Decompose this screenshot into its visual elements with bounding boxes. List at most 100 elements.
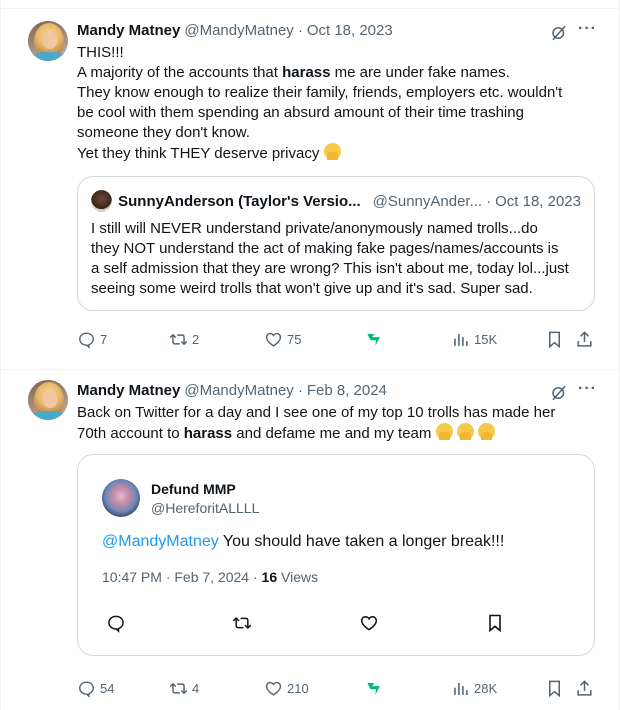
reply-count: 7 bbox=[100, 332, 108, 347]
quote-date: Oct 18, 2023 bbox=[495, 192, 581, 210]
bookmark-button[interactable] bbox=[545, 330, 564, 349]
views-count: 15K bbox=[474, 332, 498, 347]
grok-icon bbox=[367, 682, 381, 695]
embed-avatar[interactable] bbox=[102, 479, 140, 517]
quote-avatar[interactable] bbox=[91, 190, 113, 212]
reply-button[interactable]: 7 bbox=[77, 330, 107, 349]
more-icon[interactable]: ··· bbox=[578, 20, 597, 38]
heart-icon bbox=[265, 332, 282, 347]
like-button[interactable]: 75 bbox=[264, 330, 301, 349]
views-button[interactable]: 28K bbox=[451, 679, 497, 698]
text-line: They know enough to realize their family… bbox=[77, 84, 563, 101]
bookmark-button[interactable] bbox=[545, 679, 564, 698]
separator-dot: · bbox=[297, 22, 303, 39]
embed-reply-button[interactable] bbox=[106, 613, 126, 637]
retweet-button[interactable]: 4 bbox=[169, 679, 199, 698]
timeline: Mandy Matney @MandyMatney · Oct 18, 2023… bbox=[0, 0, 620, 710]
author-name[interactable]: Mandy Matney bbox=[77, 382, 180, 399]
reply-icon bbox=[79, 332, 94, 349]
tweet-header: Mandy Matney @MandyMatney · Feb 8, 2024 bbox=[77, 382, 387, 399]
quote-line: they NOT understand the act of making fa… bbox=[91, 240, 559, 257]
heart-icon bbox=[265, 681, 282, 696]
reply-count: 54 bbox=[100, 681, 115, 696]
text-line: Yet they think THEY deserve privacy bbox=[77, 143, 597, 164]
person-shrugging-emoji bbox=[456, 423, 474, 440]
embed-views-count: 16 bbox=[261, 569, 278, 585]
views-button[interactable]: 15K bbox=[451, 330, 497, 349]
like-button[interactable]: 210 bbox=[264, 679, 309, 698]
quote-line: I still will NEVER understand private/an… bbox=[91, 220, 538, 237]
analytics-icon bbox=[454, 333, 468, 346]
embed-action-bar bbox=[102, 613, 572, 635]
tweet-text: THIS!!! A majority of the accounts that … bbox=[77, 43, 597, 164]
separator-dot: · bbox=[297, 382, 303, 399]
text-line: Back on Twitter for a day and I see one … bbox=[77, 404, 556, 421]
retweet-icon bbox=[169, 334, 188, 345]
text-line: be cool with them spending an absurd amo… bbox=[77, 104, 524, 121]
share-button[interactable] bbox=[575, 679, 594, 698]
bookmark-icon bbox=[489, 614, 501, 633]
views-count: 28K bbox=[474, 681, 498, 696]
avatar[interactable] bbox=[28, 380, 68, 420]
retweet-count: 2 bbox=[192, 332, 200, 347]
quote-header: SunnyAnderson (Taylor's Versio... @Sunny… bbox=[91, 190, 581, 212]
reply-icon bbox=[79, 681, 94, 698]
like-count: 75 bbox=[287, 332, 302, 347]
heart-icon bbox=[360, 615, 378, 631]
quote-author-name: SunnyAnderson (Taylor's Versio... bbox=[118, 192, 361, 210]
text-line: THIS!!! bbox=[77, 44, 124, 61]
person-shrugging-emoji bbox=[477, 423, 495, 440]
embed-views-label: Views bbox=[277, 569, 319, 585]
more-icon[interactable]: ··· bbox=[578, 380, 597, 398]
person-facepalming-emoji bbox=[435, 423, 453, 440]
analytics-icon bbox=[454, 682, 468, 695]
author-handle[interactable]: @MandyMatney bbox=[184, 382, 293, 399]
divider bbox=[1, 8, 620, 9]
retweet-button[interactable]: 2 bbox=[169, 330, 199, 349]
retweet-icon bbox=[169, 683, 188, 694]
embed-time: 10:47 PM · Feb 7, 2024 · bbox=[102, 569, 262, 585]
text-line: A majority of the accounts that harass m… bbox=[77, 64, 510, 81]
separator-dot: · bbox=[486, 192, 492, 210]
quote-line: seeing some weird trolls that won't give… bbox=[91, 280, 533, 297]
embed-author-name[interactable]: Defund MMP bbox=[151, 481, 236, 497]
embed-like-button[interactable] bbox=[359, 613, 379, 637]
bookmark-icon bbox=[548, 331, 561, 349]
retweet-icon bbox=[232, 617, 252, 629]
tweet-date[interactable]: Feb 8, 2024 bbox=[307, 382, 387, 399]
share-button[interactable] bbox=[575, 330, 594, 349]
avatar[interactable] bbox=[28, 21, 68, 61]
quote-author-handle: @SunnyAnder... bbox=[372, 192, 483, 210]
tweet-text: Back on Twitter for a day and I see one … bbox=[77, 403, 597, 444]
share-icon bbox=[577, 680, 592, 696]
quoted-tweet[interactable]: SunnyAnderson (Taylor's Versio... @Sunny… bbox=[77, 176, 595, 311]
quote-text: I still will NEVER understand private/an… bbox=[91, 219, 587, 299]
text-line: someone they don't know. bbox=[77, 124, 250, 141]
embed-author-handle[interactable]: @HereforitALLLL bbox=[151, 500, 259, 516]
tweet-date[interactable]: Oct 18, 2023 bbox=[307, 22, 393, 39]
grok-slash-icon[interactable] bbox=[550, 24, 568, 42]
person-shrugging-emoji bbox=[323, 143, 341, 160]
quote-line: a self admission that they are wrong? Th… bbox=[91, 260, 569, 277]
grok-icon bbox=[367, 333, 381, 346]
reply-button[interactable]: 54 bbox=[77, 679, 114, 698]
grok-button[interactable] bbox=[365, 330, 384, 349]
embed-retweet-button[interactable] bbox=[232, 613, 252, 637]
bookmark-icon bbox=[548, 680, 561, 698]
grok-slash-icon[interactable] bbox=[550, 384, 568, 402]
retweet-count: 4 bbox=[192, 681, 200, 696]
divider bbox=[1, 369, 620, 370]
grok-button[interactable] bbox=[365, 679, 384, 698]
embed-bookmark-button[interactable] bbox=[485, 613, 505, 637]
author-handle[interactable]: @MandyMatney bbox=[184, 22, 293, 39]
embed-timestamp[interactable]: 10:47 PM · Feb 7, 2024 · 16 Views bbox=[102, 569, 318, 585]
embed-text: @MandyMatney You should have taken a lon… bbox=[102, 533, 504, 551]
action-bar: 7 2 75 15K bbox=[77, 330, 597, 350]
embedded-tweet[interactable]: Defund MMP @HereforitALLLL @MandyMatney … bbox=[77, 454, 595, 656]
action-bar: 54 4 210 28K bbox=[77, 679, 597, 699]
author-name[interactable]: Mandy Matney bbox=[77, 22, 180, 39]
embed-text-body: You should have taken a longer break!!! bbox=[218, 533, 505, 550]
text-line: 70th account to harass and defame me and… bbox=[77, 423, 597, 444]
mention-link[interactable]: @MandyMatney bbox=[102, 533, 219, 550]
reply-icon bbox=[108, 615, 124, 633]
